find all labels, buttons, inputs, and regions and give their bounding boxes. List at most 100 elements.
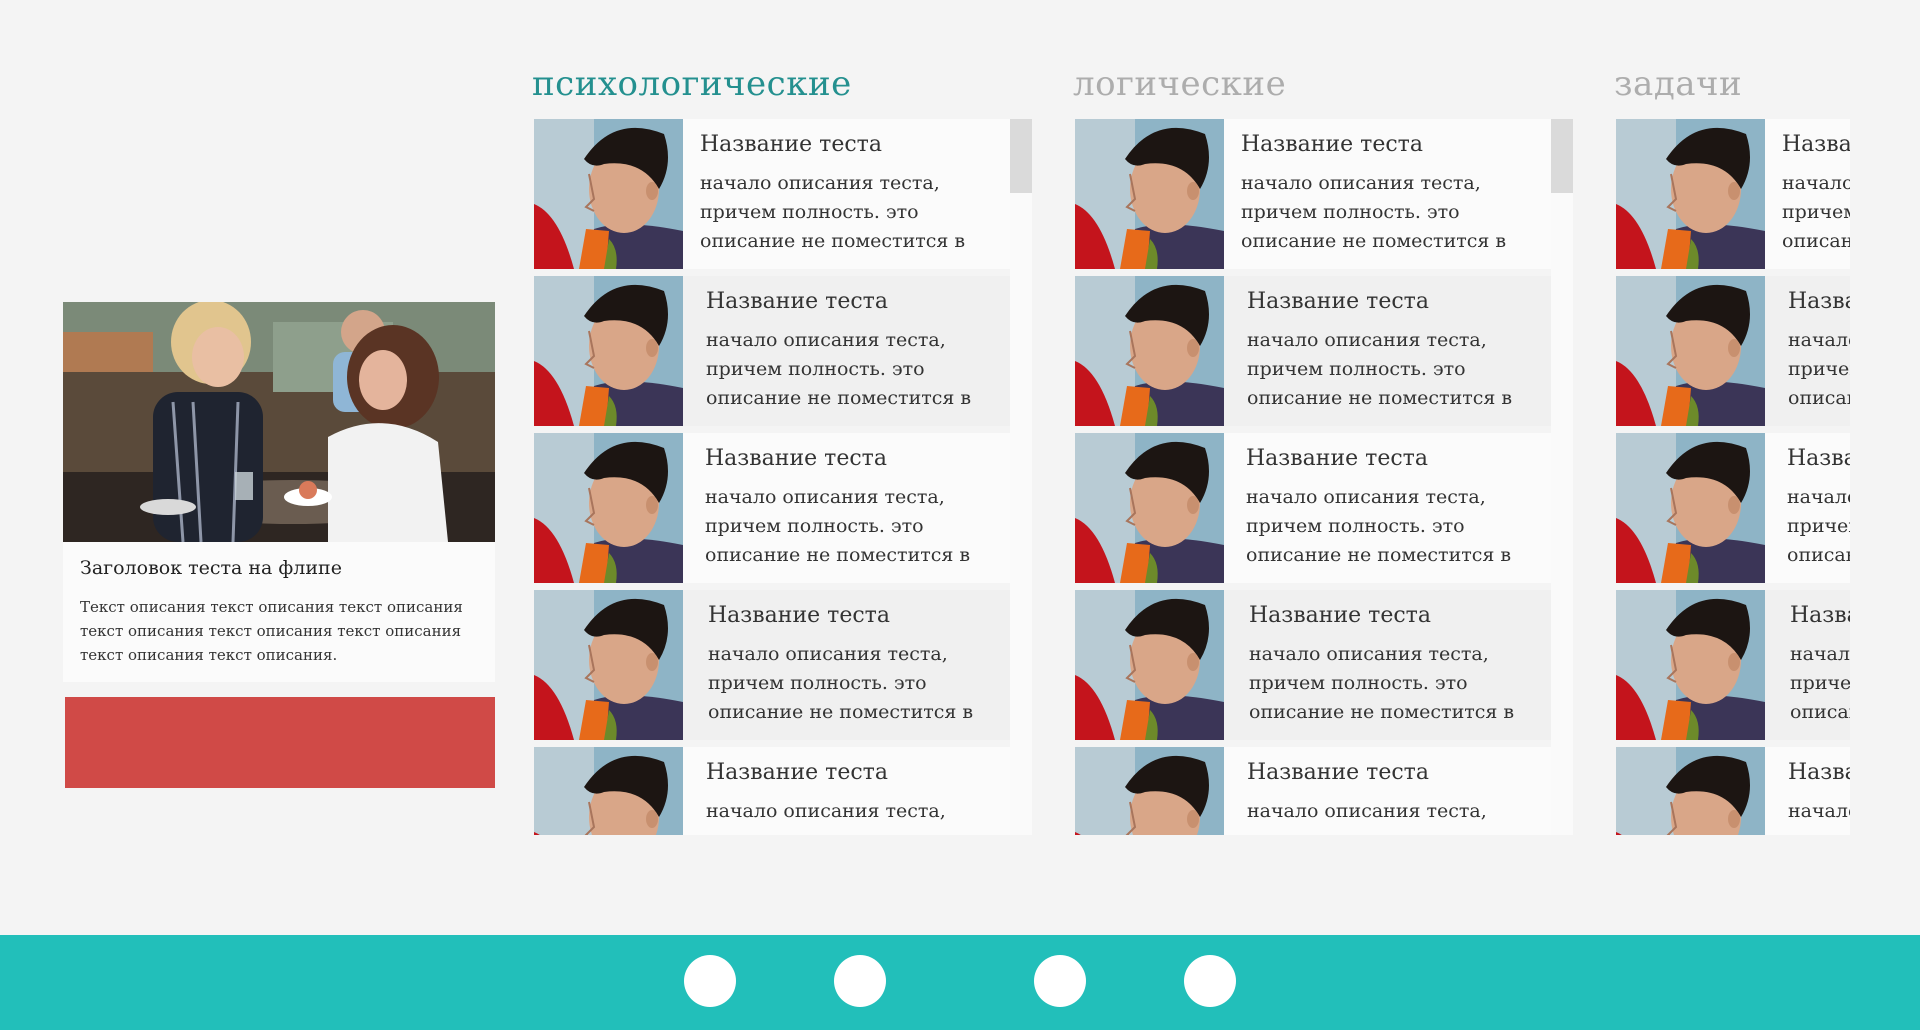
test-list-item[interactable]: Название теста начало описания теста, при… bbox=[1616, 433, 1850, 583]
test-description-line: причем полность. это bbox=[706, 826, 1006, 835]
test-list[interactable]: Название теста начало описания теста, при… bbox=[1616, 119, 1850, 835]
test-description-line: начало описания теста, bbox=[708, 643, 948, 665]
test-thumbnail bbox=[534, 276, 683, 426]
test-list-items: Название теста начало описания теста, при… bbox=[534, 119, 1010, 835]
test-list-item[interactable]: Название теста начало описания теста, при… bbox=[534, 276, 1010, 426]
test-description: начало описания теста, причем полность. э… bbox=[1788, 797, 1850, 835]
test-list-item[interactable]: Название теста начало описания теста, при… bbox=[1075, 747, 1551, 835]
test-thumbnail bbox=[1075, 276, 1224, 426]
test-thumbnail bbox=[1616, 433, 1765, 583]
test-thumbnail bbox=[534, 590, 683, 740]
test-title: Название теста bbox=[706, 760, 888, 785]
test-description-line: описание не поместится в bbox=[700, 230, 966, 252]
test-description-line: описание не поместится в bbox=[705, 544, 971, 566]
test-description-line: описание не поместится в bbox=[708, 701, 974, 723]
test-list-item[interactable]: Название теста начало описания теста, при… bbox=[1616, 590, 1850, 740]
test-description: начало описания теста, причем полность. э… bbox=[1241, 169, 1541, 256]
scrollbar[interactable] bbox=[1010, 119, 1032, 835]
test-description-line: начало описания теста, bbox=[1790, 643, 1850, 665]
scrollbar-thumb[interactable] bbox=[1551, 119, 1573, 193]
nav-dot-2[interactable] bbox=[834, 955, 886, 1007]
test-list-item[interactable]: Название теста начало описания теста, при… bbox=[1616, 276, 1850, 426]
test-list-item[interactable]: Название теста начало описания теста, при… bbox=[534, 590, 1010, 740]
test-title: Название теста bbox=[705, 446, 887, 471]
flip-red-block[interactable] bbox=[65, 697, 495, 788]
test-description-line: описание не поместится в bbox=[1241, 230, 1507, 252]
nav-dot-3[interactable] bbox=[1034, 955, 1086, 1007]
test-description-line: причем полность. это bbox=[1787, 515, 1850, 537]
test-description-line: описание не поместится в bbox=[1247, 387, 1513, 409]
column-title-tasks[interactable]: задачи bbox=[1614, 64, 1742, 104]
test-description-line: начало описания теста, bbox=[1241, 172, 1481, 194]
nav-dot-1[interactable] bbox=[684, 955, 736, 1007]
test-description-line: начало описания теста, bbox=[1247, 800, 1487, 822]
scrollbar-thumb[interactable] bbox=[1010, 119, 1032, 193]
test-thumbnail bbox=[534, 433, 683, 583]
test-description-line: причем полность. это bbox=[1790, 672, 1850, 694]
test-title: Название теста bbox=[1782, 132, 1850, 157]
test-thumbnail bbox=[1075, 119, 1224, 269]
column-title-logical[interactable]: логические bbox=[1073, 64, 1286, 104]
test-description: начало описания теста, причем полность. э… bbox=[1790, 640, 1850, 727]
test-thumbnail bbox=[1616, 119, 1765, 269]
column-tasks: задачи Название теста начало описания те… bbox=[1614, 60, 1850, 835]
test-description-line: причем полность. это bbox=[1249, 672, 1468, 694]
test-thumbnail bbox=[534, 119, 683, 269]
flip-title: Заголовок теста на флипе bbox=[80, 557, 342, 579]
test-title: Название теста bbox=[708, 603, 890, 628]
test-description: начало описания теста, причем полность. э… bbox=[1247, 326, 1547, 413]
test-description-line: причем полность. это bbox=[1247, 826, 1547, 835]
flip-card[interactable]: Заголовок теста на флипе Текст описания … bbox=[63, 302, 495, 682]
test-list-item[interactable]: Название теста начало описания теста, при… bbox=[534, 119, 1010, 269]
test-title: Название теста bbox=[1249, 603, 1431, 628]
test-list-items: Название теста начало описания теста, при… bbox=[1075, 119, 1551, 835]
test-thumbnail bbox=[534, 747, 683, 835]
flip-description: Текст описания текст описания текст опис… bbox=[80, 598, 463, 664]
test-description-line: начало описания теста, bbox=[705, 486, 945, 508]
test-description: начало описания теста, причем полность. э… bbox=[1787, 483, 1850, 570]
test-description-line: причем полность. это bbox=[708, 672, 927, 694]
test-list-item[interactable]: Название теста начало описания теста, при… bbox=[1616, 747, 1850, 835]
test-list-item[interactable]: Название теста начало описания теста, при… bbox=[534, 433, 1010, 583]
test-title: Название теста bbox=[1246, 446, 1428, 471]
test-thumbnail bbox=[1075, 590, 1224, 740]
test-description-line: причем полность. это bbox=[1788, 826, 1850, 835]
test-description: начало описания теста, причем полность. э… bbox=[700, 169, 1000, 256]
test-list-item[interactable]: Название теста начало описания теста, при… bbox=[1075, 590, 1551, 740]
test-list-item[interactable]: Название теста начало описания теста, при… bbox=[1075, 276, 1551, 426]
test-description-line: начало описания теста, bbox=[1788, 329, 1850, 351]
test-description-line: причем полность. это bbox=[706, 358, 925, 380]
nav-dot-4[interactable] bbox=[1184, 955, 1236, 1007]
test-description-line: начало описания теста, bbox=[706, 329, 946, 351]
test-thumbnail bbox=[1616, 590, 1765, 740]
scrollbar[interactable] bbox=[1551, 119, 1573, 835]
test-description-line: описание не поместится в bbox=[1249, 701, 1515, 723]
test-title: Название теста bbox=[1241, 132, 1423, 157]
column-psychological: психологические Название теста начало оп… bbox=[532, 60, 1032, 835]
test-description: начало описания теста, причем полность. э… bbox=[706, 797, 1006, 835]
test-description-line: причем полность. это bbox=[1782, 201, 1850, 223]
test-thumbnail bbox=[1616, 276, 1765, 426]
column-logical: логические Название теста начало описани… bbox=[1073, 60, 1573, 835]
test-description-line: начало описания теста, bbox=[1788, 800, 1850, 822]
test-list-item[interactable]: Название теста начало описания теста, при… bbox=[534, 747, 1010, 835]
test-description-line: начало описания теста, bbox=[1787, 486, 1850, 508]
test-description: начало описания теста, причем полность. э… bbox=[1247, 797, 1547, 835]
test-title: Название теста bbox=[1788, 289, 1850, 314]
test-description-line: причем полность. это bbox=[700, 201, 919, 223]
flip-photo bbox=[63, 302, 495, 542]
test-description-line: начало описания теста, bbox=[1246, 486, 1486, 508]
test-list[interactable]: Название теста начало описания теста, при… bbox=[534, 119, 1032, 835]
test-description: начало описания теста, причем полность. э… bbox=[1246, 483, 1546, 570]
test-description: начало описания теста, причем полность. э… bbox=[1782, 169, 1850, 256]
test-description: начало описания теста, причем полность. э… bbox=[706, 326, 1006, 413]
test-list-item[interactable]: Название теста начало описания теста, при… bbox=[1075, 433, 1551, 583]
test-list-item[interactable]: Название теста начало описания теста, при… bbox=[1616, 119, 1850, 269]
test-list[interactable]: Название теста начало описания теста, при… bbox=[1075, 119, 1573, 835]
test-description: начало описания теста, причем полность. э… bbox=[708, 640, 1008, 727]
test-description-line: описание не поместится в bbox=[1246, 544, 1512, 566]
test-description-line: описание не поместится в bbox=[1782, 230, 1850, 252]
test-list-item[interactable]: Название теста начало описания теста, при… bbox=[1075, 119, 1551, 269]
test-description-line: описание не поместится в bbox=[1787, 544, 1850, 566]
column-title-psychological[interactable]: психологические bbox=[532, 64, 852, 104]
